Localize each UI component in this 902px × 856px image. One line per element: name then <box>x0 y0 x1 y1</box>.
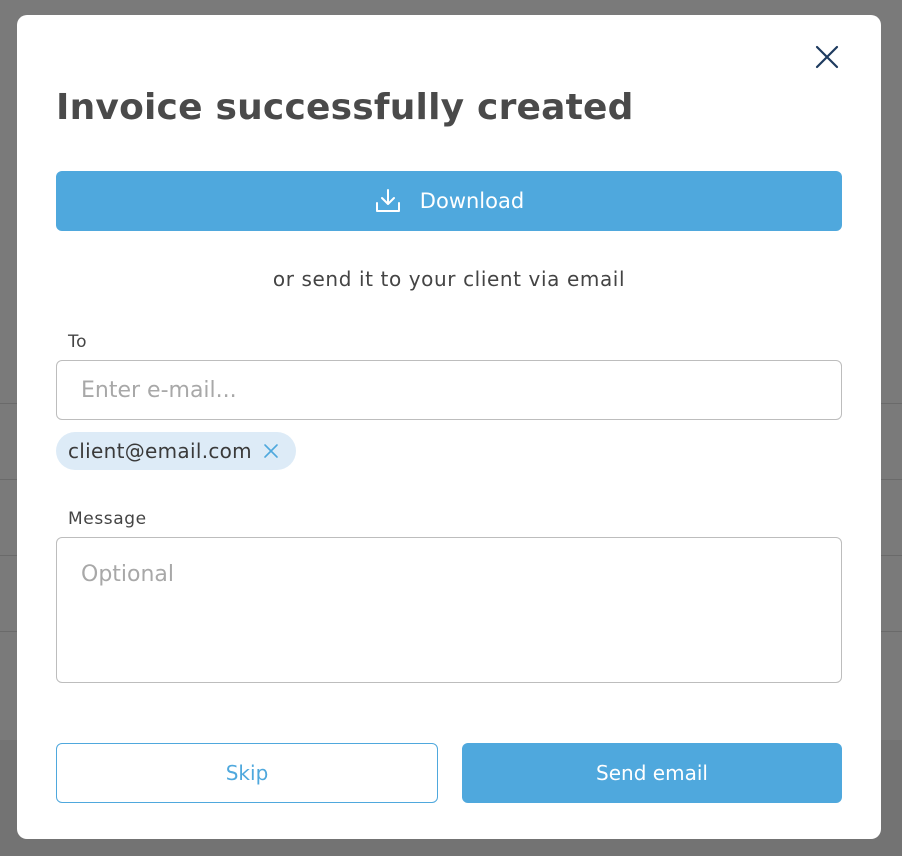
download-icon <box>374 187 402 215</box>
remove-recipient-icon[interactable] <box>262 442 280 460</box>
message-field-label: Message <box>68 509 147 529</box>
download-button-label: Download <box>419 189 525 213</box>
close-icon <box>815 45 839 69</box>
to-field-label: To <box>68 332 88 352</box>
skip-button[interactable]: Skip <box>56 743 438 803</box>
message-textarea[interactable] <box>56 537 842 683</box>
close-button[interactable] <box>812 42 842 72</box>
recipient-chip-email: client@email.com <box>68 439 252 463</box>
send-email-button[interactable]: Send email <box>462 743 842 803</box>
download-button[interactable]: Download <box>56 171 842 231</box>
dialog-title: Invoice successfully created <box>56 87 634 128</box>
send-via-email-hint: or send it to your client via email <box>272 267 626 291</box>
recipient-chip: client@email.com <box>56 432 296 470</box>
invoice-created-dialog: Invoice successfully created Download or… <box>17 15 881 839</box>
recipient-email-input[interactable] <box>56 360 842 420</box>
